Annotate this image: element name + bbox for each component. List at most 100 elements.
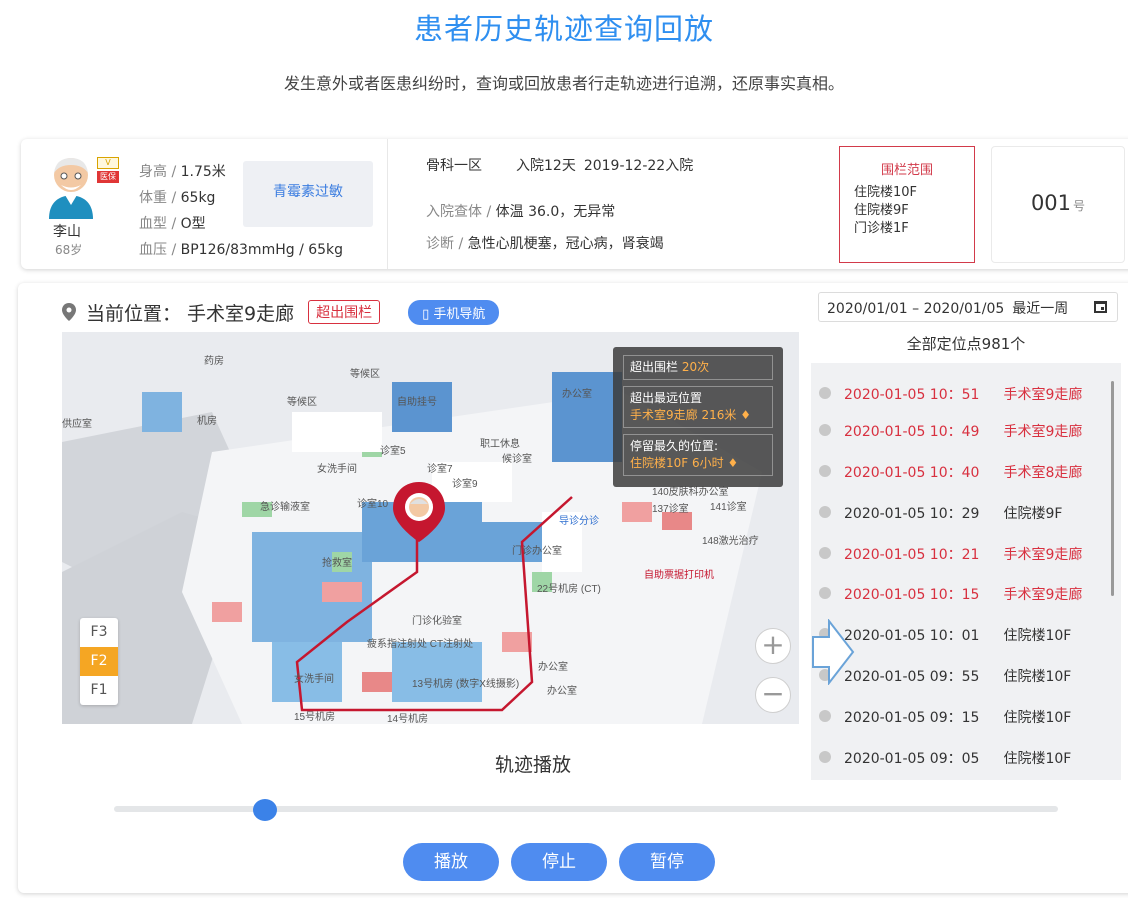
longest-stay-place: 住院楼10F [630, 456, 689, 470]
map-label: 148激光治疗 [702, 534, 759, 547]
point-row[interactable]: 2020-01-05 10：29 住院楼9F [811, 492, 1111, 532]
point-text: 2020-01-05 10：40 手术室8走廊 [844, 465, 1083, 481]
date-range-picker[interactable]: 2020/01/01 – 2020/01/05 最近一周 [818, 292, 1118, 322]
point-row[interactable]: 2020-01-05 10：21 手术室9走廊 [811, 533, 1111, 573]
trajectory-panel: 当前位置： 手术室9走廊 超出围栏 ▯ 手机导航 药房 等候区 等候区 机房 供… [18, 283, 1128, 893]
current-location-value: 手术室9走廊 [187, 302, 295, 325]
point-row[interactable]: 2020-01-05 10：49 手术室9走廊 [811, 410, 1111, 450]
over-fence-tag: 超出围栏 [308, 300, 381, 324]
dot-icon [819, 587, 831, 599]
map-label: 13号机房 (数字X线摄影) [412, 677, 519, 690]
patient-name: 李山 [53, 224, 81, 240]
farthest-row: 超出最远位置 手术室9走廊 216米 ♦ [623, 386, 773, 428]
over-count-value: 20次 [681, 360, 710, 374]
calendar-icon [1094, 301, 1107, 313]
point-row[interactable]: 2020-01-05 09：15 住院楼10F [811, 696, 1111, 736]
map-label: 14号机房 [387, 712, 428, 724]
map-label: 等候区 [287, 395, 317, 408]
point-row[interactable]: 2020-01-05 10：51 手术室9走廊 [811, 373, 1111, 413]
current-location-label: 当前位置： [86, 302, 182, 325]
farthest-label: 超出最远位置 [630, 391, 703, 405]
playback-slider-thumb[interactable] [253, 799, 278, 821]
exam-value: 体温 36.0，无异常 [495, 204, 616, 220]
floor-option-active[interactable]: F2 [80, 647, 118, 676]
map-stats-tooltip: 超出围栏 20次 超出最远位置 手术室9走廊 216米 ♦ 停留最久的位置: 住… [613, 347, 783, 487]
point-row[interactable]: 2020-01-05 10：15 手术室9走廊 [811, 573, 1111, 613]
fence-item: 门诊楼1F [854, 221, 909, 236]
indoor-map[interactable]: 药房 等候区 等候区 机房 供应室 自助挂号 女洗手间 职工休息 办公室 候诊室… [62, 332, 799, 724]
point-text: 2020-01-05 10：01 住院楼10F [844, 628, 1072, 644]
map-label: 急诊输液室 [260, 500, 310, 513]
location-pin-icon [62, 303, 76, 321]
point-row[interactable]: 2020-01-05 10：40 手术室8走廊 [811, 451, 1111, 491]
floor-option[interactable]: F3 [80, 618, 118, 647]
date-range-recent: 最近一周 [1012, 301, 1069, 317]
point-text: 2020-01-05 10：49 手术室9走廊 [844, 424, 1083, 440]
phone-navigation-label: 手机导航 [433, 306, 486, 322]
map-label: 自助挂号 [397, 395, 437, 408]
dot-icon [819, 710, 831, 722]
phone-icon: ▯ [422, 306, 434, 322]
weight-value: 65kg [180, 190, 216, 206]
point-text: 2020-01-05 09：15 住院楼10F [844, 710, 1072, 726]
exam-line: 入院查体 / 体温 36.0，无异常 [426, 201, 615, 221]
fence-item: 住院楼10F [854, 185, 918, 200]
farthest-distance: 216米 [701, 408, 737, 422]
pressure-value: BP126/83mmHg / 65kg [180, 242, 344, 258]
map-label: 候诊室 [502, 452, 532, 465]
map-label: 诊室9 [452, 477, 478, 490]
current-row-arrow-icon [812, 619, 855, 685]
farthest-place: 手术室9走廊 [630, 408, 698, 422]
over-count-label: 超出围栏 [630, 360, 679, 374]
map-label: 22号机房 (CT) [537, 582, 601, 595]
weight-label: 体重 / [139, 190, 177, 206]
divider [387, 139, 388, 269]
dot-icon [819, 465, 831, 477]
bed-number-box: 001 号 [991, 146, 1125, 263]
diagnosis-label: 诊断 / [426, 236, 464, 252]
point-text: 2020-01-05 10：51 手术室9走廊 [844, 387, 1083, 403]
height-label: 身高 / [139, 164, 177, 180]
current-location-bar: 当前位置： 手术室9走廊 超出围栏 ▯ 手机导航 [62, 297, 500, 327]
map-label: 等候区 [350, 367, 380, 380]
dot-icon [819, 547, 831, 559]
point-text: 2020-01-05 09：55 住院楼10F [844, 669, 1072, 685]
insurance-badge: 医保 [97, 171, 119, 183]
admit-date: 2019-12-22入院 [583, 158, 694, 174]
map-label: 自助票据打印机 [644, 568, 714, 581]
page-subtitle: 发生意外或者医患纠纷时，查询或回放患者行走轨迹进行追溯，还原事实真相。 [283, 74, 844, 93]
patient-info-card: V 医保 李山 68岁 身高 / 1.75米 体重 / 65kg 血型 / O型… [21, 139, 1128, 269]
playback-title: 轨迹播放 [495, 754, 572, 776]
map-label: 抢救室 [322, 556, 352, 569]
stop-button[interactable]: 停止 [511, 843, 607, 881]
location-point-list[interactable]: 2020-01-05 10：51 手术室9走廊 2020-01-05 10：49 手… [811, 363, 1121, 780]
point-row[interactable]: 2020-01-05 10：01 住院楼10F [811, 614, 1111, 654]
zoom-out-button[interactable]: − [755, 677, 791, 713]
fence-title: 围栏范围 [880, 163, 933, 178]
play-button[interactable]: 播放 [403, 843, 499, 881]
fence-item: 住院楼9F [854, 203, 909, 218]
diagnosis-line: 诊断 / 急性心肌梗塞，冠心病，肾衰竭 [426, 233, 664, 253]
admit-days: 入院12天 [516, 158, 576, 174]
longest-stay-row: 停留最久的位置: 住院楼10F 6小时 ♦ [623, 434, 773, 476]
list-scrollbar[interactable] [1111, 381, 1114, 596]
blood-label: 血型 / [139, 216, 177, 232]
over-count-row: 超出围栏 20次 [623, 355, 773, 380]
zoom-in-button[interactable]: + [755, 628, 791, 664]
point-row[interactable]: 2020-01-05 09：55 住院楼10F [811, 655, 1111, 695]
phone-navigation-button[interactable]: ▯ 手机导航 [408, 299, 500, 325]
map-label: 诊室5 [380, 444, 406, 457]
pause-button[interactable]: 暂停 [619, 843, 715, 881]
vip-badge: V [97, 157, 119, 169]
map-label: 女洗手间 [294, 672, 334, 685]
dot-icon [819, 424, 831, 436]
blood-value: O型 [180, 216, 206, 232]
bed-number-unit: 号 [1073, 199, 1086, 213]
pressure-label: 血压 / [139, 242, 177, 258]
point-text: 2020-01-05 10：15 手术室9走廊 [844, 587, 1083, 603]
date-range-value: 2020/01/01 – 2020/01/05 [827, 301, 1005, 317]
floor-option[interactable]: F1 [80, 676, 118, 705]
map-label: 诊室10 [357, 497, 389, 510]
allergy-tag: 青霉素过敏 [243, 161, 373, 227]
map-label: 15号机房 [294, 710, 335, 723]
